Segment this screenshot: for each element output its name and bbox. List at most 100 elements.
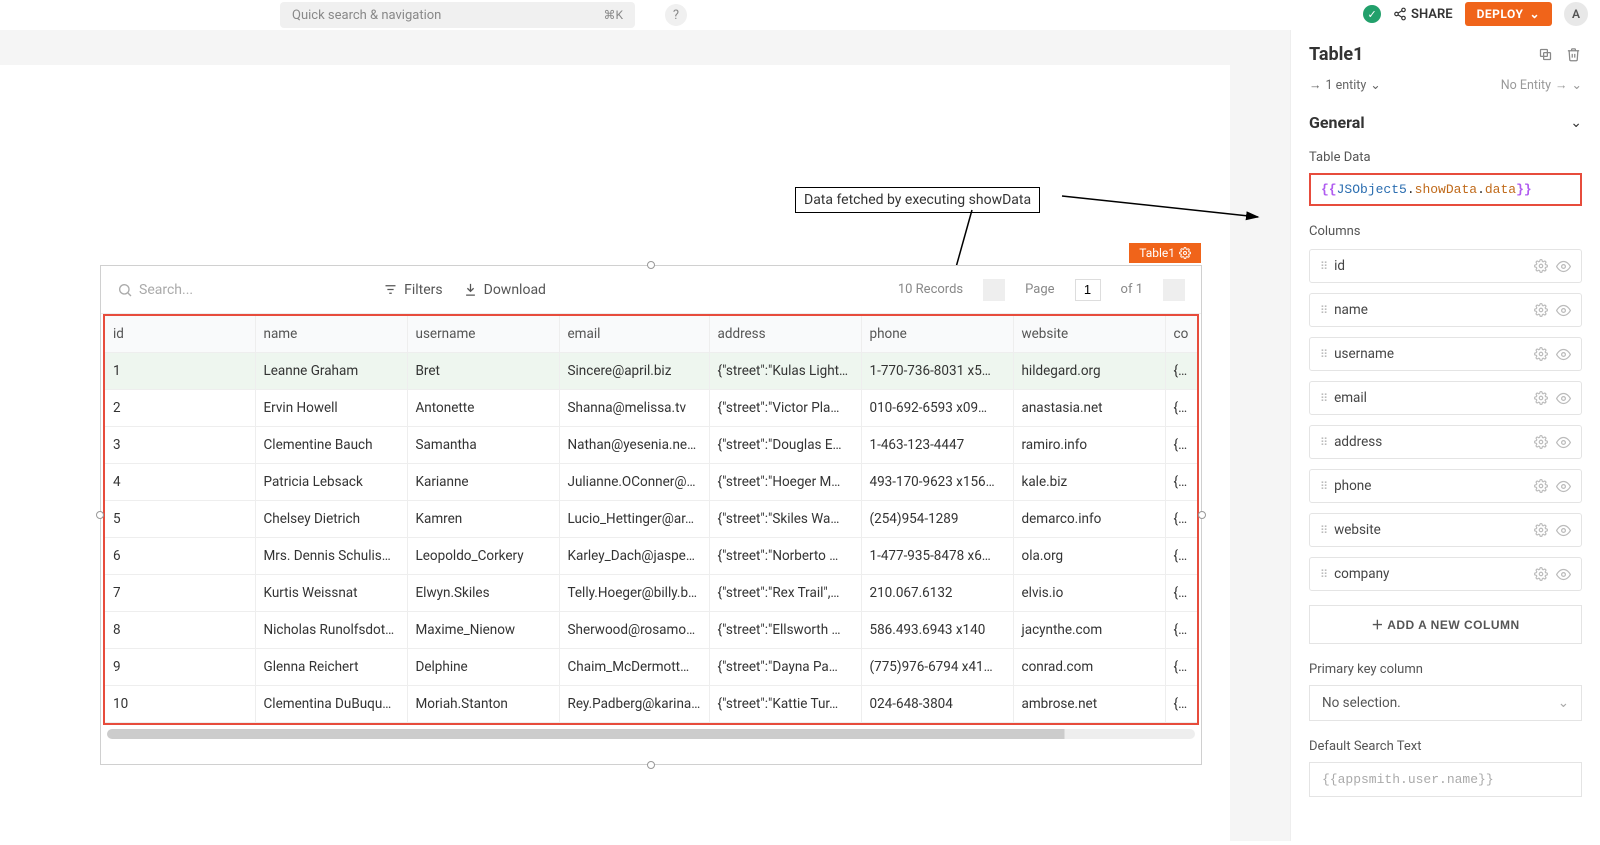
table-data-input[interactable]: {{JSObject5.showData.data}} [1309, 173, 1582, 206]
column-header[interactable]: id [105, 316, 255, 353]
column-header[interactable]: address [709, 316, 861, 353]
column-visibility-button[interactable] [1556, 523, 1571, 538]
table-widget[interactable]: Table1 Search... Filters Downlo [100, 265, 1202, 765]
drag-handle-icon[interactable]: ⠿ [1320, 304, 1326, 317]
drag-handle-icon[interactable]: ⠿ [1320, 524, 1326, 537]
column-settings-button[interactable] [1534, 567, 1548, 581]
drag-handle-icon[interactable]: ⠿ [1320, 260, 1326, 273]
drag-handle-icon[interactable]: ⠿ [1320, 392, 1326, 405]
table-cell: {"street":"Ellsworth … [709, 612, 861, 649]
table-cell: 1-477-935-8478 x6… [861, 538, 1013, 575]
delete-button[interactable] [1564, 46, 1582, 64]
column-visibility-button[interactable] [1556, 567, 1571, 582]
column-config-item[interactable]: ⠿address [1309, 425, 1582, 459]
table-row[interactable]: 3Clementine BauchSamanthaNathan@yesenia.… [105, 427, 1199, 464]
table-row[interactable]: 10Clementina DuBuqu…Moriah.StantonRey.Pa… [105, 686, 1199, 723]
column-config-item[interactable]: ⠿website [1309, 513, 1582, 547]
column-config-item[interactable]: ⠿ company [1309, 557, 1582, 591]
share-button[interactable]: SHARE [1393, 7, 1453, 22]
column-settings-button[interactable] [1534, 435, 1548, 449]
column-visibility-button[interactable] [1556, 391, 1571, 406]
table-search-input[interactable]: Search... [117, 282, 193, 298]
column-config-item[interactable]: ⠿id [1309, 249, 1582, 283]
table-cell: Patricia Lebsack [255, 464, 407, 501]
table-row[interactable]: 7Kurtis WeissnatElwyn.SkilesTelly.Hoeger… [105, 575, 1199, 612]
column-settings-button[interactable] [1534, 479, 1548, 493]
column-header[interactable]: co [1165, 316, 1199, 353]
resize-handle-left[interactable] [96, 511, 104, 519]
primary-key-select[interactable]: No selection. ⌄ [1309, 685, 1582, 721]
table-row[interactable]: 9Glenna ReichertDelphineChaim_McDermott@… [105, 649, 1199, 686]
resize-handle-bottom[interactable] [647, 761, 655, 769]
column-visibility-button[interactable] [1556, 435, 1571, 450]
widget-tag[interactable]: Table1 [1129, 243, 1201, 263]
page-prev-button[interactable] [983, 279, 1005, 301]
drag-handle-icon[interactable]: ⠿ [1320, 436, 1326, 449]
table-cell: ramiro.info [1013, 427, 1165, 464]
deploy-button[interactable]: DEPLOY ⌄ [1465, 2, 1552, 26]
table-row[interactable]: 2Ervin HowellAntonetteShanna@melissa.tv{… [105, 390, 1199, 427]
avatar[interactable]: A [1564, 2, 1588, 26]
column-settings-button[interactable] [1534, 523, 1548, 537]
quick-search-input[interactable]: Quick search & navigation ⌘K [280, 2, 635, 28]
table-row[interactable]: 4Patricia LebsackKarianneJulianne.OConne… [105, 464, 1199, 501]
column-header[interactable]: phone [861, 316, 1013, 353]
page-number-input[interactable] [1075, 279, 1101, 301]
filters-button[interactable]: Filters [383, 282, 443, 298]
arrow-right-icon: → [1309, 78, 1322, 93]
table-cell: {"… [1165, 612, 1199, 649]
table-row[interactable]: 8Nicholas Runolfsdot…Maxime_NienowSherwo… [105, 612, 1199, 649]
table-cell: {"street":"Rex Trail",… [709, 575, 861, 612]
column-visibility-button[interactable] [1556, 303, 1571, 318]
horizontal-scrollbar[interactable] [107, 729, 1195, 739]
column-settings-button[interactable] [1534, 391, 1548, 405]
table-row[interactable]: 5Chelsey DietrichKamrenLucio_Hettinger@a… [105, 501, 1199, 538]
resize-handle-right[interactable] [1198, 511, 1206, 519]
incoming-entities[interactable]: → 1 entity ⌄ [1309, 77, 1381, 93]
annotation-label: Data fetched by executing showData [795, 187, 1040, 213]
download-label: Download [484, 282, 546, 298]
table-row[interactable]: 6Mrs. Dennis Schulis…Leopoldo_CorkeryKar… [105, 538, 1199, 575]
general-section-header[interactable]: General ⌄ [1309, 113, 1582, 132]
download-icon [463, 282, 478, 297]
help-button[interactable]: ? [665, 4, 687, 26]
outgoing-entities[interactable]: No Entity → ⌄ [1501, 77, 1582, 93]
column-header[interactable]: website [1013, 316, 1165, 353]
resize-handle-top[interactable] [647, 261, 655, 269]
drag-handle-icon[interactable]: ⠿ [1320, 348, 1326, 361]
column-settings-button[interactable] [1534, 259, 1548, 273]
table-cell: Leanne Graham [255, 353, 407, 390]
column-header[interactable]: username [407, 316, 559, 353]
table-data-label: Table Data [1309, 150, 1582, 165]
default-search-input[interactable]: {{appsmith.user.name}} [1309, 762, 1582, 797]
table-cell: ambrose.net [1013, 686, 1165, 723]
column-settings-button[interactable] [1534, 303, 1548, 317]
canvas: Data fetched by executing showData Table… [0, 30, 1290, 841]
drag-handle-icon[interactable]: ⠿ [1320, 568, 1326, 581]
table-cell: 3 [105, 427, 255, 464]
topbar: Quick search & navigation ⌘K ? ✓ SHARE D… [0, 0, 1600, 30]
copy-button[interactable] [1536, 46, 1554, 64]
column-config-item[interactable]: ⠿username [1309, 337, 1582, 371]
chevron-down-icon: ⌄ [1570, 115, 1582, 131]
download-button[interactable]: Download [463, 282, 546, 298]
page-next-button[interactable] [1163, 279, 1185, 301]
column-visibility-button[interactable] [1556, 479, 1571, 494]
column-settings-button[interactable] [1534, 347, 1548, 361]
filters-label: Filters [404, 282, 443, 298]
table-cell: {"… [1165, 464, 1199, 501]
column-name: company [1334, 566, 1526, 582]
column-header[interactable]: name [255, 316, 407, 353]
table-cell: (254)954-1289 [861, 501, 1013, 538]
table-cell: 493-170-9623 x156… [861, 464, 1013, 501]
column-config-item[interactable]: ⠿name [1309, 293, 1582, 327]
column-header[interactable]: email [559, 316, 709, 353]
search-icon [117, 282, 133, 298]
column-visibility-button[interactable] [1556, 347, 1571, 362]
add-column-button[interactable]: ＋ ADD A NEW COLUMN [1309, 605, 1582, 644]
column-config-item[interactable]: ⠿email [1309, 381, 1582, 415]
column-visibility-button[interactable] [1556, 259, 1571, 274]
drag-handle-icon[interactable]: ⠿ [1320, 480, 1326, 493]
table-row[interactable]: 1Leanne GrahamBretSincere@april.biz{"str… [105, 353, 1199, 390]
column-config-item[interactable]: ⠿phone [1309, 469, 1582, 503]
